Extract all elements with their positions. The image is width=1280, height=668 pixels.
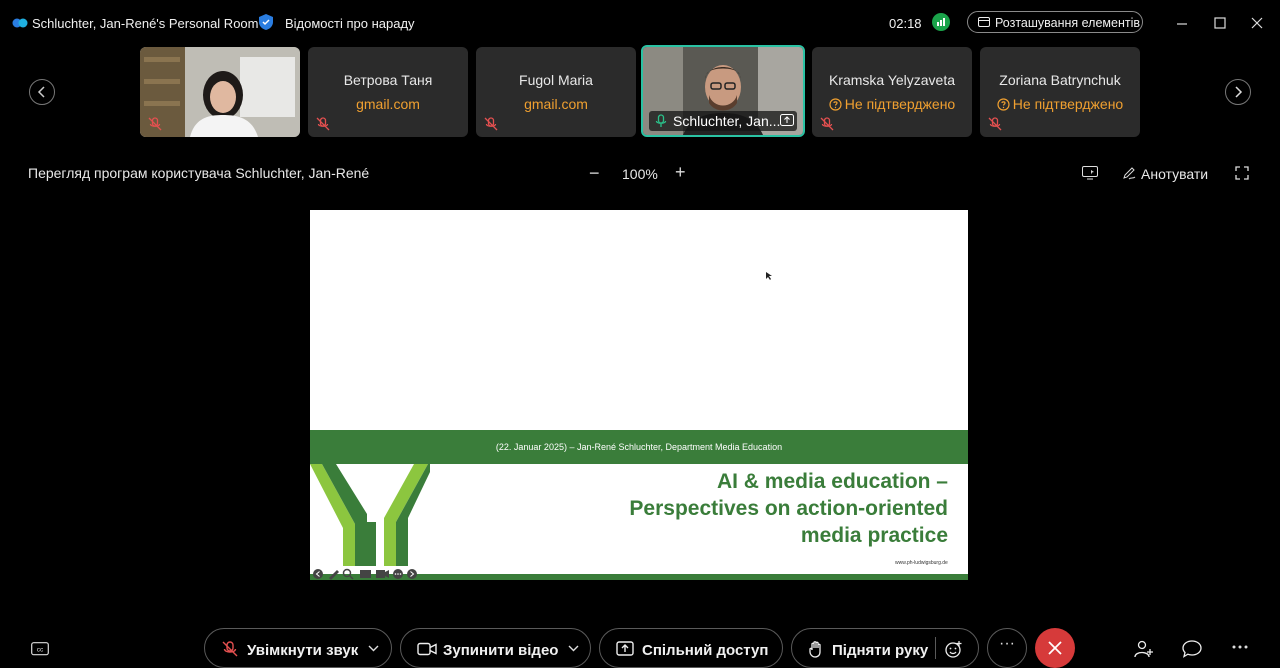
- participant-tile[interactable]: Fugol Maria gmail.com: [476, 47, 636, 137]
- participant-tile[interactable]: Kramska Yelyzaveta Не підтверджено: [812, 47, 972, 137]
- close-icon[interactable]: [1251, 14, 1263, 32]
- webex-logo-icon: [12, 18, 28, 28]
- mic-icon: [655, 114, 667, 127]
- room-title: Schluchter, Jan-René's Personal Room: [32, 16, 259, 31]
- raise-hand-icon: [809, 641, 821, 658]
- remote-control-icon[interactable]: [1082, 166, 1098, 180]
- participant-email: gmail.com: [524, 96, 588, 112]
- participant-name: Schluchter, Jan...: [673, 113, 781, 129]
- unverified-label: Не підтверджено: [1012, 96, 1124, 112]
- close-icon: [1048, 641, 1062, 655]
- participant-tile[interactable]: Zoriana Batrynchuk Не підтверджено: [980, 47, 1140, 137]
- participant-name: Ветрова Таня: [343, 72, 433, 88]
- pill-divider: [935, 637, 936, 659]
- muted-mic-icon: [148, 117, 162, 131]
- muted-mic-icon: [820, 117, 834, 131]
- annotate-pen-icon[interactable]: [1122, 166, 1136, 180]
- chat-icon[interactable]: [1182, 640, 1202, 658]
- slide-heading-line: media practice: [800, 524, 948, 547]
- zoom-out-button[interactable]: −: [589, 163, 600, 184]
- zoom-in-button[interactable]: +: [675, 162, 686, 183]
- title-bar: Schluchter, Jan-René's Personal Room Від…: [0, 0, 1280, 46]
- more-icon[interactable]: [1232, 645, 1248, 649]
- chevron-down-icon[interactable]: [568, 645, 579, 652]
- participant-name: Fugol Maria: [519, 72, 593, 88]
- slide-heading-line: AI & media education –: [716, 470, 948, 493]
- mouse-cursor-icon: [766, 272, 772, 280]
- warning-icon: [997, 98, 1010, 111]
- raise-hand-label: Підняти руку: [832, 642, 929, 659]
- maximize-icon[interactable]: [1214, 14, 1226, 32]
- participant-tile[interactable]: [140, 47, 300, 137]
- layout-button-label: Розташування елементів: [995, 16, 1141, 30]
- annotate-button[interactable]: Анотувати: [1141, 166, 1208, 182]
- fullscreen-icon[interactable]: [1235, 166, 1249, 180]
- meeting-timer: 02:18: [889, 16, 922, 31]
- share-title: Перегляд програм користувача Schluchter,…: [28, 165, 370, 181]
- muted-mic-icon: [222, 641, 238, 657]
- participant-video: [140, 47, 300, 137]
- layout-icon: [978, 17, 990, 27]
- presentation-tools[interactable]: [312, 568, 422, 580]
- chevron-left-icon: [37, 86, 45, 98]
- muted-mic-icon: [316, 117, 330, 131]
- chevron-down-icon[interactable]: [368, 645, 379, 652]
- participants-icon[interactable]: [1134, 640, 1154, 658]
- participant-unverified-status: Не підтверджено: [812, 96, 972, 112]
- next-participants-button[interactable]: [1225, 79, 1251, 105]
- unverified-label: Не підтверджено: [844, 96, 956, 112]
- slide-blank-area: [310, 210, 968, 430]
- end-call-button[interactable]: [1035, 628, 1075, 668]
- closed-captions-icon[interactable]: cc: [31, 642, 49, 656]
- meeting-info-link[interactable]: Відомості про нараду: [285, 16, 415, 31]
- share-button[interactable]: Спільний доступ: [599, 628, 783, 668]
- share-label: Спільний доступ: [642, 642, 769, 659]
- video-camera-icon: [417, 642, 437, 656]
- more-options-button[interactable]: ···: [987, 628, 1027, 668]
- slide-footer-bar: (22. Januar 2025) – Jan-René Schluchter,…: [310, 430, 968, 464]
- active-speaker-label: Schluchter, Jan...: [649, 111, 797, 131]
- chevron-right-icon: [1235, 86, 1243, 98]
- minimize-icon[interactable]: [1176, 14, 1188, 32]
- slide-url: www.ph-ludwigsburg.de: [895, 560, 948, 566]
- layout-button[interactable]: Розташування елементів: [967, 11, 1143, 33]
- participant-name: Kramska Yelyzaveta: [828, 72, 956, 88]
- unmute-label: Увімкнути звук: [247, 642, 359, 659]
- participant-tile[interactable]: Ветрова Таня gmail.com: [308, 47, 468, 137]
- reactions-icon[interactable]: [945, 640, 963, 658]
- participant-email: gmail.com: [356, 96, 420, 112]
- muted-mic-icon: [988, 117, 1002, 131]
- participant-name: Zoriana Batrynchuk: [999, 72, 1121, 88]
- sharing-indicator-icon: [780, 114, 794, 126]
- svg-text:cc: cc: [37, 647, 44, 654]
- stop-video-button[interactable]: Зупинити відео: [400, 628, 591, 668]
- previous-participants-button[interactable]: [29, 79, 55, 105]
- shield-icon[interactable]: [258, 13, 274, 31]
- university-logo-icon: [310, 464, 430, 566]
- share-screen-icon: [616, 641, 634, 656]
- warning-icon: [829, 98, 842, 111]
- unmute-button[interactable]: Увімкнути звук: [204, 628, 392, 668]
- slide-heading-line: Perspectives on action-oriented: [629, 497, 948, 520]
- zoom-level: 100%: [622, 166, 658, 182]
- stop-video-label: Зупинити відео: [443, 642, 559, 659]
- connection-signal-icon[interactable]: [932, 13, 950, 31]
- active-speaker-tile[interactable]: Schluchter, Jan...: [641, 45, 805, 137]
- slide-bar-text: (22. Januar 2025) – Jan-René Schluchter,…: [495, 442, 783, 452]
- participant-unverified-status: Не підтверджено: [980, 96, 1140, 112]
- muted-mic-icon: [484, 117, 498, 131]
- slide-heading: AI & media education – Perspectives on a…: [629, 468, 948, 549]
- raise-hand-button[interactable]: Підняти руку: [791, 628, 979, 668]
